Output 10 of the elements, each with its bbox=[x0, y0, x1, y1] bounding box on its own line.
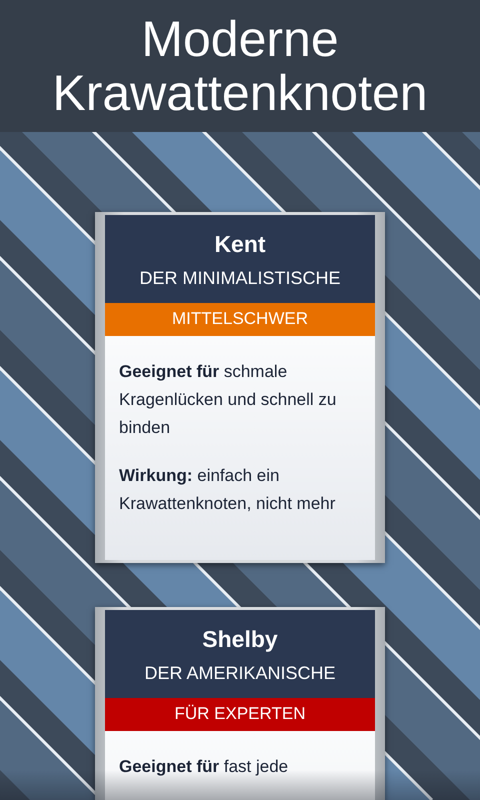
description-text: Geeignet für schmale Kragenlücken und schnell zu binden bbox=[119, 361, 338, 439]
description-text: Wirkung: einfach ein Krawattenknoten, nicht mehr bbox=[119, 465, 336, 515]
knot-name: Kent bbox=[213, 231, 267, 258]
difficulty-label: FÜR EXPERTEN bbox=[105, 698, 375, 731]
difficulty-label: MITTELSCHWER bbox=[105, 303, 375, 336]
page-title: Moderne Krawattenknoten bbox=[51, 12, 429, 120]
knot-subtitle: DER MINIMALISTISCHE bbox=[138, 268, 342, 289]
description-text: Geeignet für fast jede bbox=[119, 756, 290, 778]
knot-subtitle: DER AMERIKANISCHE bbox=[143, 663, 337, 684]
knot-name: Shelby bbox=[201, 626, 279, 653]
